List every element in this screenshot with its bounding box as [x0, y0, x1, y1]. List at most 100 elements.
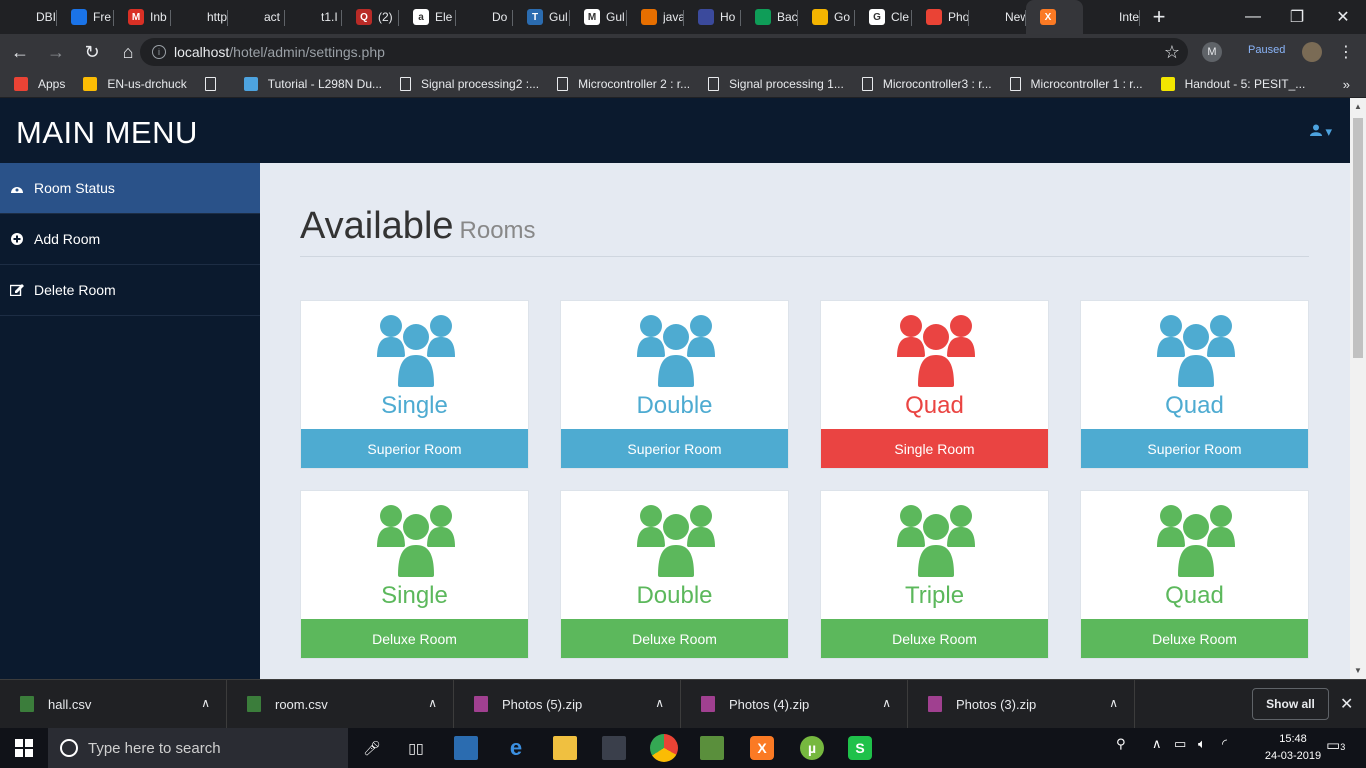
sidebar-item[interactable]: Room Status [0, 163, 260, 214]
bookmark-item[interactable]: Signal processing2 :... [400, 76, 540, 91]
maximize-button[interactable]: ❐ [1274, 0, 1320, 34]
download-item[interactable]: hall.csv ∧ [0, 679, 227, 729]
back-button[interactable]: ← [4, 36, 36, 68]
room-card[interactable]: Single Superior Room [300, 300, 529, 469]
room-card[interactable]: Quad Superior Room [1080, 300, 1309, 469]
bookmark-item[interactable]: Microcontroller 2 : r... [557, 76, 690, 91]
browser-tab[interactable]: t1.I [285, 0, 342, 34]
browser-tab[interactable]: Q (2) [342, 0, 399, 34]
store-icon[interactable] [602, 736, 626, 760]
download-item[interactable]: Photos (3).zip ∧ [908, 679, 1135, 729]
bookmark-item[interactable]: Microcontroller3 : r... [861, 76, 992, 91]
browser-tab[interactable]: T Gul [513, 0, 570, 34]
download-item[interactable]: room.csv ∧ [227, 679, 454, 729]
chevron-up-icon[interactable]: ∧ [1109, 696, 1118, 710]
browser-tab[interactable]: Fre [57, 0, 114, 34]
task-view-icon[interactable]: ▯▯ [404, 736, 428, 760]
bookmark-label: Signal processing2 :... [421, 76, 540, 91]
extension-icon[interactable]: M [1202, 42, 1222, 62]
download-item[interactable]: Photos (5).zip ∧ [454, 679, 681, 729]
browser-toolbar: ← → ↻ ⌂ i localhost/hotel/admin/settings… [0, 34, 1366, 70]
profile-avatar[interactable] [1302, 42, 1322, 62]
this-pc-icon[interactable] [454, 736, 478, 760]
info-icon[interactable]: i [152, 45, 166, 59]
address-bar[interactable]: i localhost/hotel/admin/settings.php ☆ [140, 38, 1188, 66]
bookmarks-overflow-icon[interactable]: » [1343, 77, 1350, 92]
bookmark-item[interactable] [204, 76, 226, 91]
people-icon[interactable]: ⚲ [1116, 736, 1126, 752]
room-card[interactable]: Quad Single Room [820, 300, 1049, 469]
room-card[interactable]: Triple Deluxe Room [820, 490, 1049, 659]
room-bed-type: Double [636, 392, 713, 419]
chrome-taskbar-icon[interactable] [650, 734, 678, 762]
show-all-button[interactable]: Show all [1252, 688, 1329, 720]
room-card[interactable]: Double Deluxe Room [560, 490, 789, 659]
browser-tab[interactable]: a Ele [399, 0, 456, 34]
browser-tab[interactable]: http [171, 0, 228, 34]
browser-tab[interactable]: Inte [1083, 0, 1140, 34]
start-button[interactable] [0, 728, 48, 768]
browser-tab[interactable]: act [228, 0, 285, 34]
chevron-up-icon[interactable]: ∧ [428, 696, 437, 710]
room-card[interactable]: Single Deluxe Room [300, 490, 529, 659]
browser-tab[interactable]: DBI [0, 0, 57, 34]
bookmark-item[interactable]: Apps [14, 76, 65, 91]
reload-button[interactable]: ↻ [76, 36, 108, 68]
sidebar-item[interactable]: Delete Room [0, 265, 260, 316]
bookmark-item[interactable]: Tutorial - L298N Du... [243, 76, 382, 91]
bookmark-item[interactable]: Microcontroller 1 : r... [1009, 76, 1143, 91]
scroll-up-icon[interactable]: ▲ [1354, 102, 1362, 111]
s-app-icon[interactable]: S [848, 736, 872, 760]
room-card[interactable]: Double Superior Room [560, 300, 789, 469]
close-window-button[interactable]: ✕ [1320, 0, 1366, 34]
minimize-button[interactable]: — [1230, 0, 1276, 34]
close-downloads-icon[interactable]: ✕ [1340, 694, 1353, 714]
browser-tab[interactable]: New Ta [969, 0, 1026, 34]
page-scrollbar[interactable]: ▲ ▼ [1350, 98, 1366, 679]
browser-tab[interactable]: Do [456, 0, 513, 34]
browser-tab[interactable]: Pho [912, 0, 969, 34]
browser-tab[interactable]: M Gul [570, 0, 627, 34]
bookmark-star-icon[interactable]: ☆ [1164, 42, 1180, 63]
xampp-icon[interactable]: X [750, 736, 774, 760]
file-explorer-icon[interactable] [553, 736, 577, 760]
download-item[interactable]: Photos (4).zip ∧ [681, 679, 908, 729]
browser-tab[interactable]: java [627, 0, 684, 34]
brand-title[interactable]: MAIN MENU [16, 115, 198, 151]
browser-tab[interactable]: M Inb [114, 0, 171, 34]
microphone-icon[interactable]: 🎤︎ [360, 736, 384, 760]
scroll-thumb[interactable] [1353, 118, 1363, 358]
tab-favicon-icon [983, 9, 999, 25]
forward-button[interactable]: → [40, 36, 72, 68]
browser-tab[interactable]: Ho [684, 0, 741, 34]
browser-tab[interactable]: Bac [741, 0, 798, 34]
room-card[interactable]: Quad Deluxe Room [1080, 490, 1309, 659]
sidebar-item[interactable]: Add Room [0, 214, 260, 265]
browser-tab[interactable]: X [1026, 0, 1083, 34]
notifications-icon[interactable]: ▭3 [1326, 736, 1345, 754]
spreadsheet-app-icon[interactable] [700, 736, 724, 760]
scroll-down-icon[interactable]: ▼ [1354, 666, 1362, 675]
chevron-up-icon[interactable]: ∧ [655, 696, 664, 710]
room-type-band: Deluxe Room [821, 619, 1048, 658]
paused-label[interactable]: Paused [1248, 44, 1285, 56]
user-menu[interactable]: ▾ [1309, 124, 1332, 140]
taskbar-clock[interactable]: 15:48 24-03-2019 [1262, 731, 1324, 765]
chrome-menu-icon[interactable]: ⋮ [1338, 42, 1354, 62]
taskbar-search[interactable]: Type here to search [48, 728, 348, 768]
utorrent-icon[interactable]: µ [800, 736, 824, 760]
bookmark-item[interactable]: Handout - 5: PESIT_... [1160, 76, 1305, 91]
browser-tab[interactable]: Go [798, 0, 855, 34]
chevron-up-icon[interactable]: ∧ [882, 696, 891, 710]
wifi-icon[interactable]: ◜ [1222, 736, 1227, 752]
volume-icon[interactable]: 🔈︎ [1198, 736, 1206, 752]
tray-expand-icon[interactable]: ∧ [1152, 736, 1162, 752]
new-tab-button[interactable]: + [1144, 0, 1174, 34]
bookmark-item[interactable]: EN-us-drchuck [83, 76, 187, 91]
browser-tab[interactable]: G Cle [855, 0, 912, 34]
edge-icon[interactable]: e [504, 735, 528, 760]
bookmark-item[interactable]: Signal processing 1... [708, 76, 844, 91]
doc-icon [861, 76, 873, 91]
battery-icon[interactable]: ▭ [1174, 736, 1186, 752]
chevron-up-icon[interactable]: ∧ [201, 696, 210, 710]
